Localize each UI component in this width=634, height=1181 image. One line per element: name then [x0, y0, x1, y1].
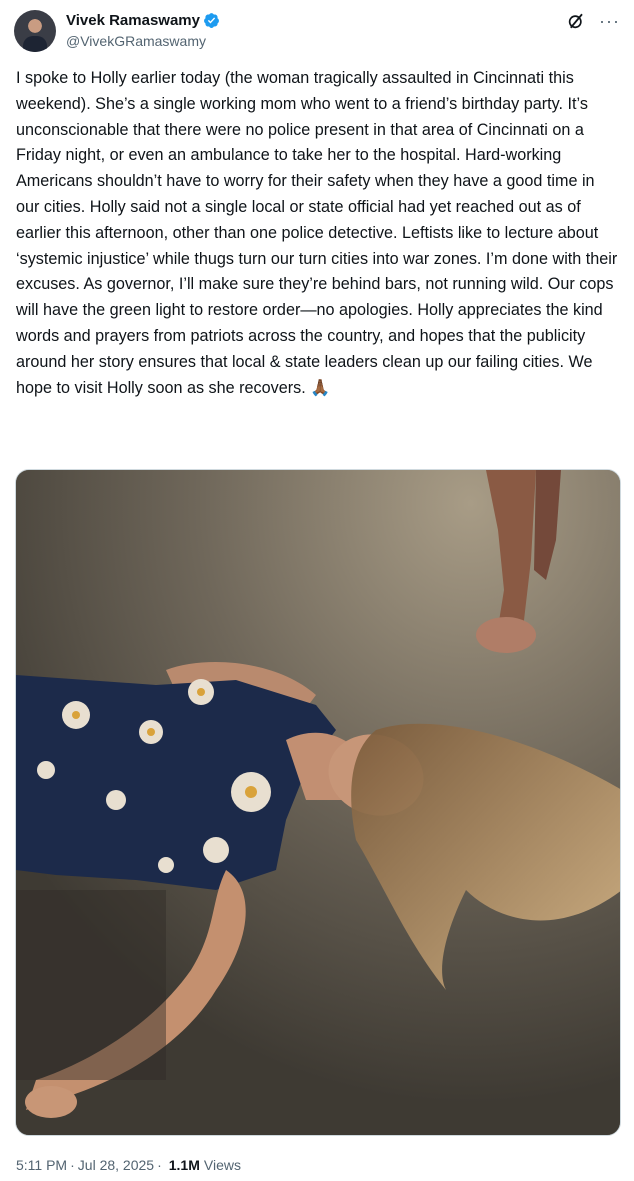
meta-separator: · [70, 1157, 75, 1173]
views-label: Views [203, 1157, 241, 1173]
tweet-text: I spoke to Holly earlier today (the woma… [16, 69, 618, 397]
author-handle[interactable]: @VivekGRamaswamy [66, 33, 220, 49]
author-display-name[interactable]: Vivek Ramaswamy [66, 12, 200, 29]
tweet-meta: 5:11 PM · Jul 28, 2025 · 1.1M Views [16, 1157, 241, 1173]
author-info: Vivek Ramaswamy @VivekGRamaswamy [66, 10, 220, 49]
tweet-card: Vivek Ramaswamy @VivekGRamaswamy ··· I s… [0, 0, 634, 1181]
tweet-photo[interactable] [15, 469, 621, 1136]
tweet-time[interactable]: 5:11 PM [16, 1157, 67, 1173]
tweet-header: Vivek Ramaswamy @VivekGRamaswamy ··· [14, 10, 620, 54]
tweet-date[interactable]: Jul 28, 2025 [78, 1157, 154, 1173]
meta-separator: · [157, 1157, 162, 1173]
photo-illustration [16, 470, 620, 1135]
author-avatar[interactable] [14, 10, 56, 52]
more-options-icon[interactable]: ··· [599, 12, 620, 30]
views-count: 1.1M [168, 1157, 200, 1173]
author-name-row: Vivek Ramaswamy [66, 10, 220, 30]
header-actions: ··· [567, 12, 620, 30]
verified-badge-icon [204, 12, 219, 28]
grok-icon[interactable] [567, 12, 585, 30]
